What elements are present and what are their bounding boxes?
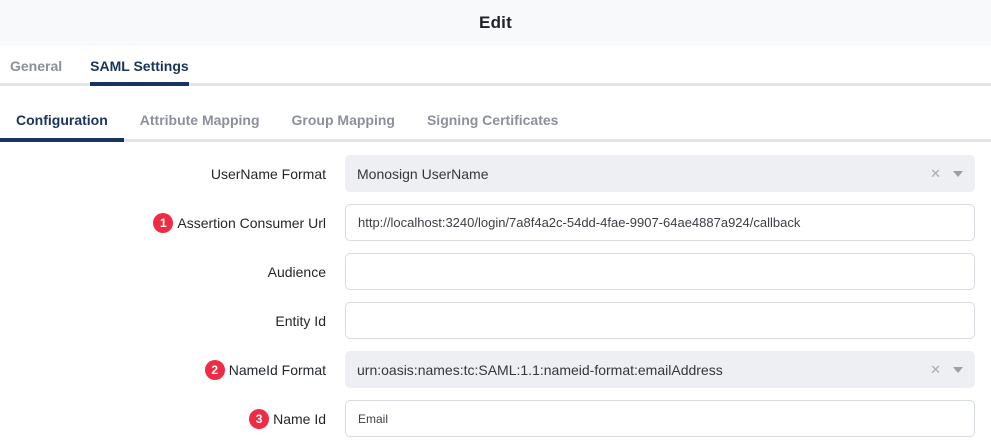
clear-icon[interactable]: ✕ xyxy=(930,167,941,180)
subtab-signing-certificates[interactable]: Signing Certificates xyxy=(411,99,574,139)
form-row-assertion-consumer-url: 1 Assertion Consumer Url xyxy=(0,204,991,241)
form-row-entity-id: Entity Id xyxy=(0,302,991,339)
tab-saml-settings[interactable]: SAML Settings xyxy=(90,46,189,86)
subtab-attribute-mapping[interactable]: Attribute Mapping xyxy=(124,99,276,139)
nameid-format-label: NameId Format xyxy=(229,362,326,378)
form-row-nameid-format: 2 NameId Format urn:oasis:names:tc:SAML:… xyxy=(0,351,991,388)
configuration-form: UserName Format Monosign UserName ✕ 1 As… xyxy=(0,142,991,437)
form-row-audience: Audience xyxy=(0,253,991,290)
step-badge-2: 2 xyxy=(205,360,225,380)
audience-label: Audience xyxy=(268,264,326,280)
username-format-select[interactable]: Monosign UserName ✕ xyxy=(345,155,975,192)
name-id-input[interactable] xyxy=(345,400,975,437)
main-tabbar: General SAML Settings xyxy=(0,46,991,86)
chevron-down-icon[interactable] xyxy=(953,367,963,373)
select-value: urn:oasis:names:tc:SAML:1.1:nameid-forma… xyxy=(357,362,930,378)
audience-input[interactable] xyxy=(345,253,975,290)
chevron-down-icon[interactable] xyxy=(953,171,963,177)
subtab-group-mapping[interactable]: Group Mapping xyxy=(276,99,411,139)
assertion-consumer-url-input[interactable] xyxy=(345,204,975,241)
nameid-format-select[interactable]: urn:oasis:names:tc:SAML:1.1:nameid-forma… xyxy=(345,351,975,388)
entity-id-input[interactable] xyxy=(345,302,975,339)
subtab-configuration[interactable]: Configuration xyxy=(0,99,124,142)
clear-icon[interactable]: ✕ xyxy=(930,363,941,376)
name-id-label: Name Id xyxy=(273,411,326,427)
form-row-username-format: UserName Format Monosign UserName ✕ xyxy=(0,155,991,192)
form-row-name-id: 3 Name Id xyxy=(0,400,991,437)
username-format-label: UserName Format xyxy=(211,166,326,182)
step-badge-1: 1 xyxy=(153,213,173,233)
dialog-header: Edit xyxy=(0,0,991,46)
select-value: Monosign UserName xyxy=(357,166,930,182)
step-badge-3: 3 xyxy=(249,409,269,429)
assertion-consumer-url-label: Assertion Consumer Url xyxy=(177,215,326,231)
tab-general[interactable]: General xyxy=(10,46,62,83)
entity-id-label: Entity Id xyxy=(275,313,326,329)
saml-subtabbar: Configuration Attribute Mapping Group Ma… xyxy=(0,99,991,142)
page-title: Edit xyxy=(479,13,512,33)
